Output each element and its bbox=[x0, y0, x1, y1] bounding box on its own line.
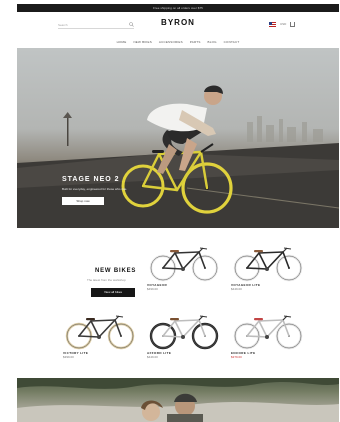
product-card[interactable]: VOYAGEUR LITE $449.00 bbox=[229, 242, 307, 291]
product-price: $499.00 bbox=[147, 287, 158, 291]
product-card[interactable]: VOYAGEUR $499.00 bbox=[145, 242, 223, 291]
product-card[interactable]: VICTORY LITE $399.00 bbox=[61, 310, 139, 359]
search-icon[interactable] bbox=[129, 22, 134, 27]
nav-item-home[interactable]: HOME bbox=[117, 38, 127, 46]
product-price: $399.00 bbox=[63, 355, 74, 359]
announcement-bar: Free shipping on all orders over $75 bbox=[17, 4, 339, 12]
nav-item-new-bikes[interactable]: NEW BIKES bbox=[133, 38, 151, 46]
product-price: $449.00 bbox=[231, 287, 242, 291]
bike-image bbox=[149, 315, 219, 350]
bike-drawing bbox=[149, 315, 219, 350]
bike-image bbox=[149, 247, 219, 282]
us-flag-icon[interactable] bbox=[269, 21, 276, 27]
bike-drawing bbox=[233, 247, 303, 282]
product-price: $449.00 bbox=[147, 355, 158, 359]
bike-image bbox=[65, 315, 135, 350]
view-all-bikes-button[interactable]: View all bikes bbox=[91, 288, 135, 297]
product-card[interactable]: ENCORE LITE $379.00 bbox=[229, 310, 307, 359]
nav-item-blog[interactable]: BLOG bbox=[208, 38, 217, 46]
main-nav: HOME NEW BIKES ACCESSORIES PARTS BLOG CO… bbox=[17, 38, 339, 46]
search-placeholder: Search bbox=[58, 23, 68, 27]
search-input[interactable]: Search bbox=[58, 21, 134, 29]
bike-image bbox=[233, 247, 303, 282]
currency-selector[interactable]: USD bbox=[280, 22, 286, 26]
nav-item-parts[interactable]: PARTS bbox=[190, 38, 201, 46]
site-header: Search BYRON USD HOME NEW BIKES ACCESSOR… bbox=[17, 12, 339, 48]
bike-drawing bbox=[233, 315, 303, 350]
new-bikes-section: NEW BIKES The latest from the workshop V… bbox=[17, 228, 339, 378]
header-utilities: USD bbox=[269, 20, 296, 28]
hero-banner: STAGE NEO 2 Built for everyday, engineer… bbox=[17, 48, 339, 228]
nav-item-accessories[interactable]: ACCESSORIES bbox=[159, 38, 183, 46]
hero-shop-button[interactable]: Shop now bbox=[62, 197, 104, 205]
hero-title: STAGE NEO 2 bbox=[62, 176, 120, 183]
cart-icon[interactable] bbox=[290, 21, 296, 27]
product-price: $379.00 bbox=[231, 355, 242, 359]
section-subtitle: The latest from the workshop bbox=[87, 278, 126, 282]
nav-item-contact[interactable]: CONTACT bbox=[224, 38, 240, 46]
bike-drawing bbox=[65, 315, 135, 350]
bike-drawing bbox=[149, 247, 219, 282]
lifestyle-banner bbox=[17, 378, 339, 422]
site-logo[interactable]: BYRON bbox=[158, 18, 198, 27]
lifestyle-photo bbox=[17, 378, 339, 422]
storefront-page: Free shipping on all orders over $75 Sea… bbox=[17, 0, 339, 422]
bike-image bbox=[233, 315, 303, 350]
hero-subtitle: Built for everyday, engineered for those… bbox=[62, 187, 128, 191]
product-card[interactable]: AFFORD LITE $449.00 bbox=[145, 310, 223, 359]
section-title: NEW BIKES bbox=[95, 268, 137, 274]
